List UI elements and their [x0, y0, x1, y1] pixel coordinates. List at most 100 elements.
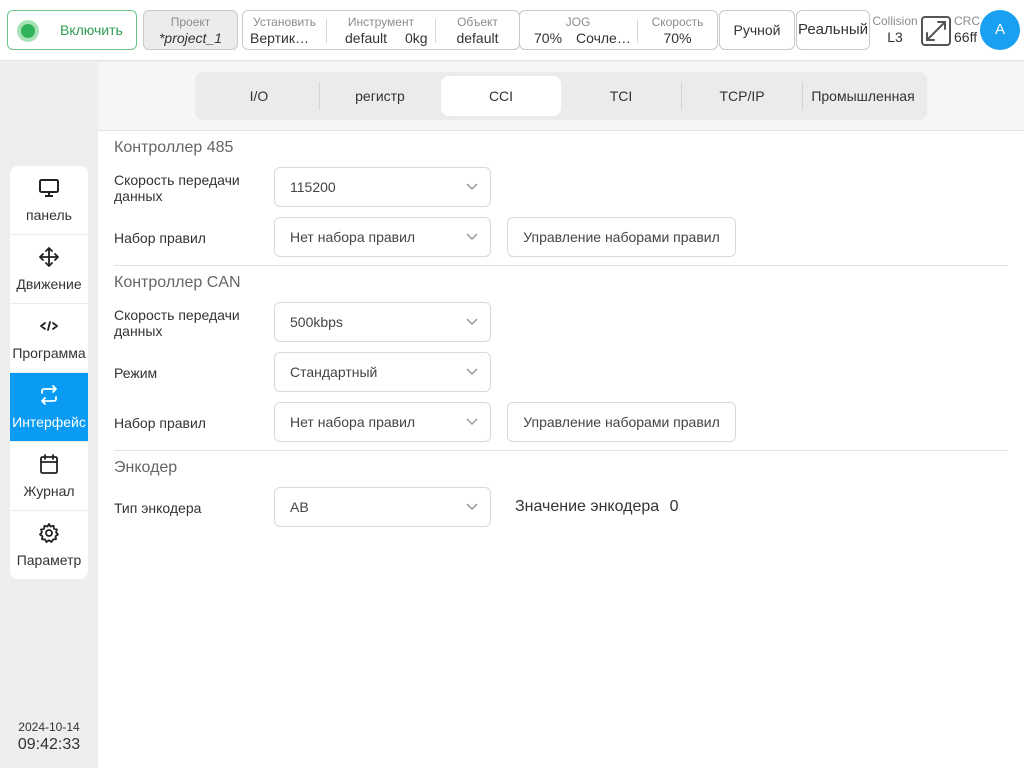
top-bar: Включить Проект *project_1 Установить Ве…	[0, 0, 1024, 61]
collision-caption: Collision	[872, 14, 918, 28]
project-selector[interactable]: Проект *project_1	[143, 10, 238, 50]
jog-mode: Сочле…	[576, 30, 631, 46]
sidebar-item-program[interactable]: Программа	[10, 304, 88, 373]
rs485-ruleset-label: Набор правил	[114, 230, 206, 246]
setup-group: Установить Вертик… Инструмент default 0k…	[242, 10, 520, 50]
current-time: 09:42:33	[17, 736, 81, 753]
monitor-icon	[39, 179, 59, 197]
crc-value: 66ff	[954, 29, 978, 45]
code-icon	[40, 321, 58, 331]
rs485-ruleset-select[interactable]: Нет набора правил	[274, 217, 491, 257]
tab-tci[interactable]: TCI	[561, 76, 681, 116]
clock: 2024-10-14 09:42:33	[0, 720, 98, 754]
tool-value: default	[345, 30, 388, 46]
sidebar-item-label: Параметр	[16, 552, 82, 568]
can-ruleset-label: Набор правил	[114, 415, 206, 431]
can-ruleset-value: Нет набора правил	[290, 414, 416, 430]
sidebar-item-parameter[interactable]: Параметр	[10, 511, 88, 579]
rs485-baud-value: 115200	[290, 179, 336, 195]
jog-group: JOG 70% Сочле… Скорость 70%	[519, 10, 718, 50]
object-selector[interactable]: Объект default	[436, 11, 519, 49]
power-label: Включить	[60, 22, 123, 38]
install-selector[interactable]: Установить Вертик…	[243, 11, 326, 49]
manual-mode-button[interactable]: Ручной	[719, 10, 795, 50]
speed-selector[interactable]: Скорость 70%	[638, 11, 717, 49]
rs485-baud-select[interactable]: 115200	[274, 167, 491, 207]
can-mode-value: Стандартный	[290, 364, 378, 380]
tab-cci[interactable]: CCI	[441, 76, 561, 116]
encoder-value-readout: Значение энкодера 0	[515, 498, 679, 516]
chevron-down-icon	[466, 318, 478, 326]
sidebar-item-label: Программа	[12, 345, 86, 361]
encoder-type-select[interactable]: AB	[274, 487, 491, 527]
chevron-down-icon	[466, 418, 478, 426]
can-mode-select[interactable]: Стандартный	[274, 352, 491, 392]
can-ruleset-select[interactable]: Нет набора правил	[274, 402, 491, 442]
user-avatar[interactable]: A	[980, 10, 1020, 50]
encoder-type-value: AB	[290, 499, 309, 515]
chevron-down-icon	[466, 503, 478, 511]
tab-io[interactable]: I/O	[199, 76, 319, 116]
project-name: *project_1	[158, 30, 223, 46]
tab-tcpip[interactable]: TCP/IP	[682, 76, 802, 116]
tab-register[interactable]: регистр	[320, 76, 440, 116]
can-section-title: Контроллер CAN	[114, 274, 241, 291]
chevron-down-icon	[466, 183, 478, 191]
power-status-icon	[17, 20, 39, 42]
tab-bar: I/O регистр CCI TCI TCP/IP Промышленная	[195, 72, 927, 120]
gear-icon	[39, 523, 59, 543]
current-date: 2024-10-14	[18, 720, 80, 734]
sidebar-item-label: Журнал	[23, 483, 75, 499]
install-caption: Установить	[253, 15, 316, 29]
sidebar-item-interface[interactable]: Интерфейс	[10, 373, 88, 442]
can-mode-label: Режим	[114, 365, 158, 381]
collision-value: L3	[887, 29, 903, 45]
can-baud-value: 500kbps	[290, 314, 343, 330]
tool-selector[interactable]: Инструмент default 0kg	[327, 11, 435, 49]
can-baud-select[interactable]: 500kbps	[274, 302, 491, 342]
chevron-down-icon	[466, 233, 478, 241]
encoder-value: 0	[669, 498, 679, 515]
tool-caption: Инструмент	[347, 15, 415, 29]
tab-industrial[interactable]: Промышленная	[803, 76, 923, 116]
can-baud-label: Скорость передачи данных	[114, 307, 240, 339]
calendar-icon	[40, 454, 58, 474]
can-manage-rulesets-button[interactable]: Управление наборами правил	[507, 402, 736, 442]
real-mode-button[interactable]: Реальный	[796, 10, 870, 50]
main-panel: I/O регистр CCI TCI TCP/IP Промышленная …	[98, 62, 1024, 768]
project-caption: Проект	[170, 15, 211, 29]
jog-value: 70%	[534, 30, 563, 46]
encoder-value-label: Значение энкодера	[515, 498, 660, 515]
tab-bar-area: I/O регистр CCI TCI TCP/IP Промышленная	[98, 62, 1024, 131]
speed-caption: Скорость	[651, 15, 704, 29]
object-value: default	[456, 30, 499, 46]
sidebar: панель Движение Программа Интерфейс Журн…	[10, 166, 88, 579]
chevron-down-icon	[466, 368, 478, 376]
crc-indicator: CRC 66ff	[952, 10, 982, 50]
rs485-ruleset-value: Нет набора правил	[290, 229, 416, 245]
install-value: Вертик…	[250, 30, 309, 46]
rs485-manage-rulesets-button[interactable]: Управление наборами правил	[507, 217, 736, 257]
expand-icon[interactable]	[921, 16, 951, 46]
crc-caption: CRC	[954, 14, 980, 28]
divider	[114, 450, 1008, 451]
sidebar-item-label: Интерфейс	[12, 414, 86, 430]
speed-value: 70%	[663, 30, 692, 46]
tool-weight: 0kg	[405, 30, 428, 46]
encoder-section-title: Энкодер	[114, 459, 178, 476]
rs485-baud-label: Скорость передачи данных	[114, 172, 240, 204]
power-button[interactable]: Включить	[7, 10, 137, 50]
sidebar-item-motion[interactable]: Движение	[10, 235, 88, 304]
encoder-type-label: Тип энкодера	[114, 500, 202, 516]
move-icon	[39, 247, 59, 267]
collision-indicator[interactable]: Collision L3	[870, 10, 920, 50]
object-caption: Объект	[457, 15, 498, 29]
jog-caption: JOG	[565, 15, 591, 29]
sidebar-item-log[interactable]: Журнал	[10, 442, 88, 511]
sidebar-item-label: Движение	[16, 276, 82, 292]
sidebar-item-panel[interactable]: панель	[10, 166, 88, 235]
jog-selector[interactable]: JOG 70% Сочле…	[520, 11, 636, 49]
divider	[114, 265, 1008, 266]
rs485-section-title: Контроллер 485	[114, 139, 234, 156]
sidebar-item-label: панель	[26, 207, 72, 223]
